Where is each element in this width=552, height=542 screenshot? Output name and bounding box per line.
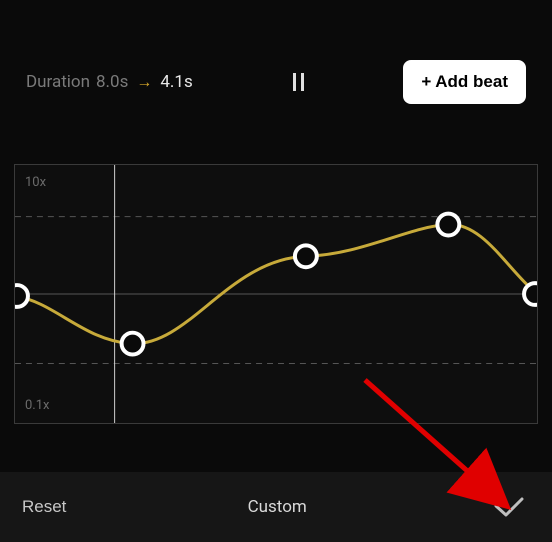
arrow-right-icon: → (136, 72, 152, 92)
duration-old: 8.0s (96, 72, 128, 92)
control-point[interactable] (122, 333, 144, 355)
speed-curve[interactable] (15, 224, 537, 343)
speed-curve-chart[interactable]: 10x 0.1x (14, 164, 538, 424)
control-point[interactable] (295, 245, 317, 267)
duration-label: Duration (26, 72, 90, 92)
plus-icon: + (421, 72, 431, 92)
duration-new: 4.1s (160, 72, 192, 92)
check-icon (494, 496, 524, 518)
add-beat-label: Add beat (435, 72, 508, 92)
duration-readout: Duration 8.0s → 4.1s (26, 72, 193, 92)
reset-label: Reset (22, 497, 66, 516)
bottom-bar: Reset Custom (0, 472, 552, 542)
control-point[interactable] (524, 283, 537, 305)
control-point[interactable] (437, 214, 459, 236)
mode-label: Custom (248, 497, 307, 517)
pause-button[interactable] (289, 69, 308, 95)
control-point[interactable] (15, 285, 28, 307)
add-beat-button[interactable]: + Add beat (403, 60, 526, 104)
confirm-button[interactable] (488, 490, 530, 524)
reset-button[interactable]: Reset (22, 497, 66, 517)
